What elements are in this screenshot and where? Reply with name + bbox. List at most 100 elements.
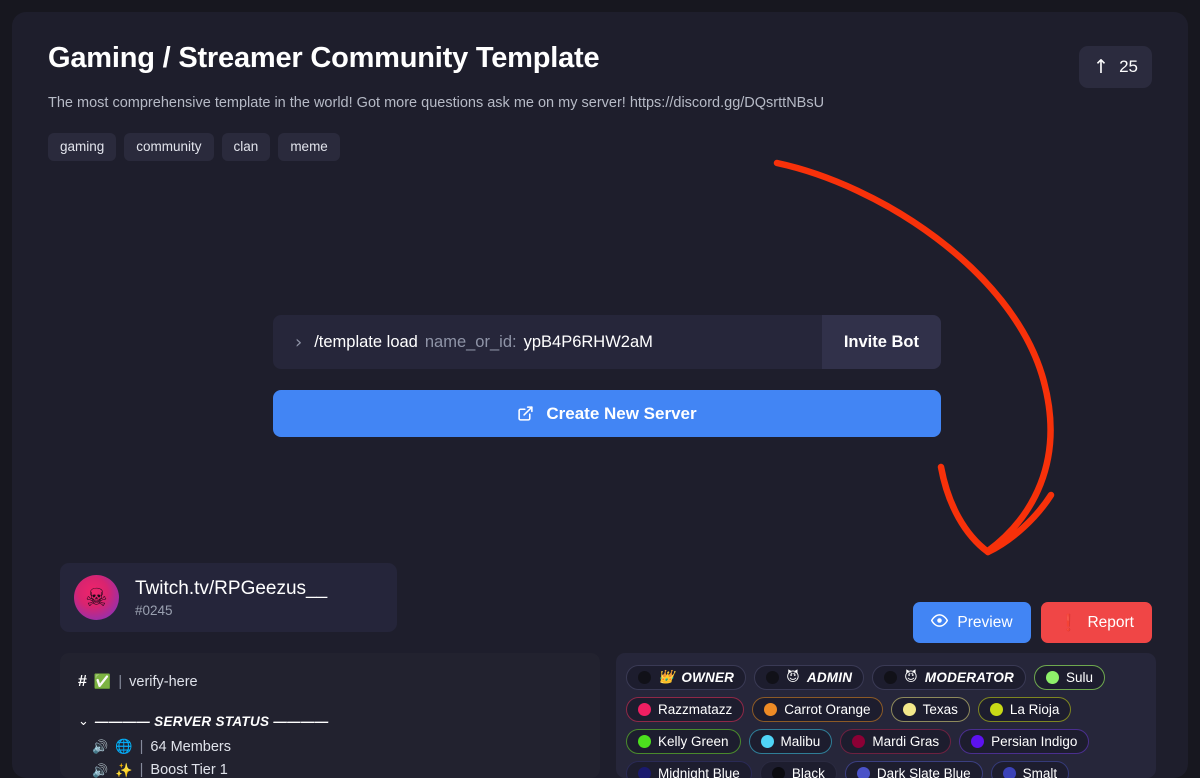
tag-gaming[interactable]: gaming: [48, 132, 117, 161]
voice-channel-row[interactable]: 🔊 ✨ | Boost Tier 1: [92, 759, 582, 778]
command-param-label: name_or_id:: [424, 332, 517, 351]
role-pill-persian-indigo[interactable]: Persian Indigo: [959, 729, 1090, 754]
role-label: Persian Indigo: [991, 734, 1078, 749]
eye-icon: [931, 612, 949, 634]
role-pill-owner[interactable]: 👑 OWNER: [626, 665, 747, 690]
command-param-value: ypB4P6RHW2aM: [523, 332, 653, 351]
role-pill-malibu[interactable]: Malibu: [748, 729, 833, 754]
preview-label: Preview: [957, 613, 1013, 631]
role-label: MODERATOR: [924, 670, 1014, 685]
upvote-count: 25: [1119, 57, 1138, 76]
role-row: 👑 OWNER 😈 ADMIN 😈 MODERATOR Sulu: [626, 665, 1146, 690]
report-label: Report: [1087, 613, 1134, 631]
role-label: Dark Slate Blue: [876, 766, 971, 778]
role-label: Midnight Blue: [658, 766, 740, 778]
tag-community[interactable]: community: [124, 132, 214, 161]
action-button-row: Preview ❗ Report: [913, 602, 1152, 643]
channels-panel: # ✅ | verify-here ⌄ ———— SERVER STATUS —…: [60, 653, 600, 778]
role-label: Smalt: [1022, 766, 1058, 778]
speaker-icon: 🔊: [92, 740, 109, 756]
roles-panel: 👑 OWNER 😈 ADMIN 😈 MODERATOR Sulu Razzmatazz Carr…: [616, 653, 1156, 778]
role-row: Razzmatazz Carrot Orange Texas La Rioja: [626, 697, 1146, 722]
template-description: The most comprehensive template in the w…: [48, 95, 825, 112]
command-name: /template load: [314, 332, 418, 351]
server-name: Twitch.tv/RPGeezus__: [135, 577, 328, 599]
role-label: OWNER: [681, 670, 735, 685]
globe-icon: 🌐: [115, 739, 133, 756]
imp-icon: 😈: [904, 670, 918, 685]
page-title: Gaming / Streamer Community Template: [48, 42, 600, 74]
channel-row-verify-here[interactable]: # ✅ | verify-here: [78, 670, 582, 695]
create-new-server-button[interactable]: Create New Server: [273, 390, 941, 437]
role-pill-razzmatazz[interactable]: Razzmatazz: [626, 697, 745, 722]
role-label: Malibu: [780, 734, 821, 749]
sparkles-icon: ✨: [115, 762, 133, 778]
role-color-dot: [971, 735, 985, 748]
server-identity-card[interactable]: ☠ Twitch.tv/RPGeezus__ #0245: [60, 563, 397, 632]
template-card: Gaming / Streamer Community Template The…: [12, 12, 1188, 778]
role-label: Black: [791, 766, 825, 778]
check-mark-icon: ✅: [93, 673, 112, 690]
report-button[interactable]: ❗ Report: [1040, 602, 1152, 643]
role-row: Midnight Blue Black Dark Slate Blue Smalt: [626, 761, 1146, 778]
role-pill-texas[interactable]: Texas: [890, 697, 970, 722]
role-label: La Rioja: [1009, 702, 1060, 717]
voice-channel-list: 🔊 🌐 | 64 Members 🔊 ✨ | Boost Tier 1 🔊 🎀 …: [78, 736, 582, 778]
role-label: Texas: [922, 702, 958, 717]
arrow-up-icon: ↑: [1093, 55, 1110, 78]
skull-avatar-icon: ☠: [85, 583, 108, 612]
imp-icon: 😈: [786, 670, 800, 685]
role-color-dot: [856, 767, 870, 778]
role-pill-carrot-orange[interactable]: Carrot Orange: [752, 697, 883, 722]
role-color-dot: [852, 735, 866, 748]
create-new-server-label: Create New Server: [546, 403, 697, 423]
external-link-icon: [517, 405, 534, 422]
channel-category-label: ———— SERVER STATUS ————: [94, 713, 329, 729]
chevron-down-icon: ⌄: [78, 713, 89, 729]
role-pill-la-rioja[interactable]: La Rioja: [977, 697, 1072, 722]
role-color-dot: [764, 703, 778, 716]
role-pill-mardi-gras[interactable]: Mardi Gras: [840, 729, 952, 754]
hash-icon: #: [78, 673, 87, 690]
tag-list: gaming community clan meme: [48, 132, 1152, 161]
tag-clan[interactable]: clan: [221, 132, 271, 161]
role-color-dot: [884, 671, 898, 684]
channel-separator: |: [118, 674, 123, 691]
role-color-dot: [1002, 767, 1016, 778]
channel-separator: |: [139, 762, 144, 778]
voice-channel-name: Boost Tier 1: [150, 762, 228, 778]
role-color-dot: [638, 703, 651, 716]
role-pill-sulu[interactable]: Sulu: [1033, 665, 1106, 690]
role-color-dot: [989, 703, 1003, 716]
role-label: Mardi Gras: [872, 734, 940, 749]
channel-name: verify-here: [129, 674, 198, 691]
channel-category-server-status[interactable]: ⌄ ———— SERVER STATUS ————: [78, 714, 582, 729]
role-label: Sulu: [1065, 670, 1094, 685]
role-color-dot: [766, 671, 780, 684]
crown-icon: 👑: [658, 670, 675, 685]
channel-separator: |: [139, 738, 144, 755]
role-row: Kelly Green Malibu Mardi Gras Persian Indig…: [626, 729, 1146, 754]
role-color-dot: [638, 671, 651, 684]
role-pill-moderator[interactable]: 😈 MODERATOR: [872, 665, 1026, 690]
role-pill-dark-slate-blue[interactable]: Dark Slate Blue: [844, 761, 983, 778]
role-label: Razzmatazz: [658, 702, 733, 717]
page-root: Gaming / Streamer Community Template The…: [0, 0, 1200, 778]
voice-channel-row[interactable]: 🔊 🌐 | 64 Members: [92, 736, 582, 760]
role-color-dot: [902, 703, 916, 716]
template-command-bar[interactable]: › /template load name_or_id: ypB4P6RHW2a…: [273, 315, 941, 369]
role-pill-smalt[interactable]: Smalt: [990, 761, 1070, 778]
server-discriminator: #0245: [135, 602, 173, 618]
preview-button[interactable]: Preview: [913, 602, 1031, 643]
role-pill-kelly-green[interactable]: Kelly Green: [626, 729, 741, 754]
role-label: ADMIN: [806, 670, 853, 685]
role-label: Carrot Orange: [784, 702, 871, 717]
upvote-button[interactable]: ↑ 25: [1079, 46, 1152, 88]
exclamation-icon: ❗: [1058, 613, 1079, 632]
role-pill-midnight-blue[interactable]: Midnight Blue: [626, 761, 752, 778]
tag-meme[interactable]: meme: [278, 132, 340, 161]
role-color-dot: [638, 767, 651, 778]
role-pill-admin[interactable]: 😈 ADMIN: [754, 665, 865, 690]
invite-bot-button[interactable]: Invite Bot: [821, 315, 941, 369]
role-pill-black[interactable]: Black: [759, 761, 837, 778]
